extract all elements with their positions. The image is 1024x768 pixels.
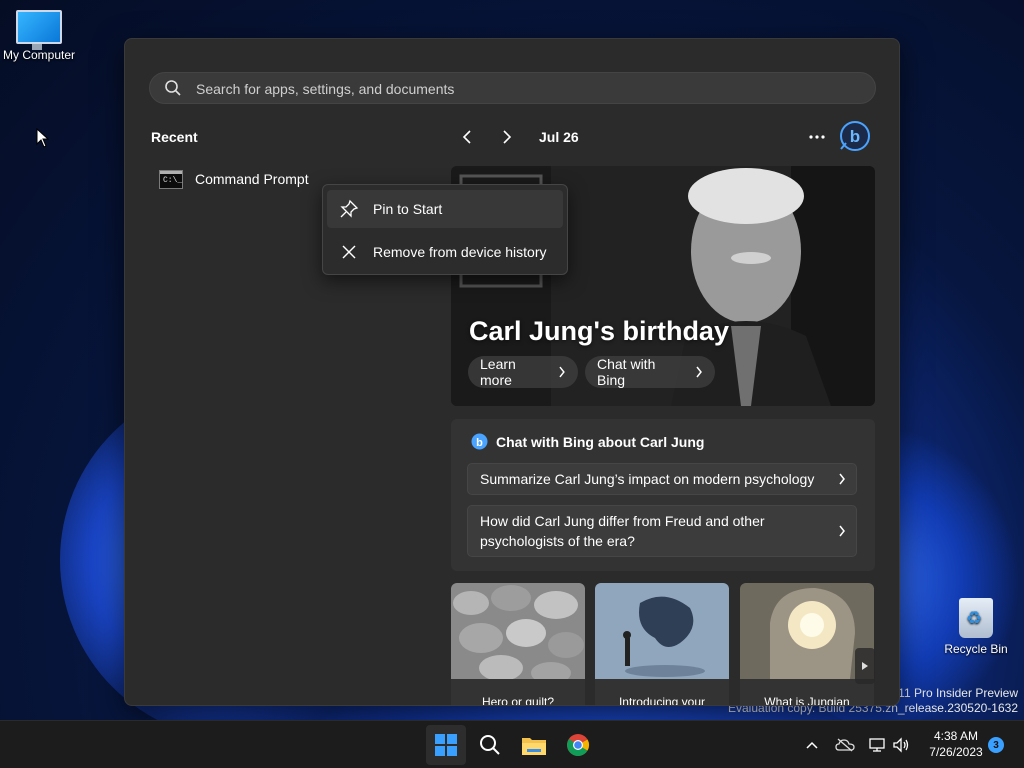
search-icon — [165, 80, 181, 96]
start-icon — [435, 734, 457, 756]
shadow-monster-image — [595, 583, 729, 679]
start-menu: Recent C:\_ Command Prompt Jul 26 b — [124, 38, 900, 706]
mouse-cursor-icon — [36, 128, 50, 148]
recent-heading: Recent — [151, 129, 198, 145]
tile-caption: Introducing your — [618, 695, 706, 706]
tiles-next-button[interactable] — [855, 648, 875, 684]
chat-card-title: Chat with Bing about Carl Jung — [496, 433, 705, 450]
desktop-icon-label: Recycle Bin — [944, 642, 1008, 656]
chrome-button[interactable] — [558, 725, 598, 765]
chevron-right-icon — [839, 525, 845, 537]
more-options-button[interactable] — [805, 125, 829, 149]
monitor-icon — [16, 10, 62, 50]
chevron-right-icon — [696, 366, 702, 378]
chevron-right-icon — [839, 473, 845, 485]
taskbar: 4:38 AM 7/26/2023 3 — [0, 720, 1024, 768]
search-icon — [480, 735, 500, 755]
taskbar-search-button[interactable] — [470, 725, 510, 765]
context-menu-label: Remove from device history — [373, 244, 547, 260]
chat-suggestion[interactable]: How did Carl Jung differ from Freud and … — [467, 505, 857, 557]
context-menu-pin-to-start[interactable]: Pin to Start — [327, 190, 563, 228]
clock-time: 4:38 AM — [933, 729, 979, 743]
chrome-icon — [567, 734, 589, 756]
network-icon — [869, 738, 885, 752]
clock-date: 7/26/2023 — [929, 745, 983, 759]
speaker-icon — [893, 737, 909, 753]
chevron-up-icon — [806, 741, 818, 749]
play-right-icon — [862, 662, 868, 670]
close-icon — [342, 245, 356, 259]
file-explorer-icon — [522, 738, 546, 755]
date-navigation: Jul 26 — [455, 125, 579, 149]
chevron-right-icon — [503, 130, 512, 144]
tile-caption: What is Jungian — [764, 695, 850, 706]
chat-with-bing-button[interactable]: Chat with Bing — [585, 356, 715, 388]
chat-suggestion-text: Summarize Carl Jung’s impact on modern p… — [480, 471, 815, 487]
hero-title: Carl Jung's birthday — [469, 316, 729, 346]
desktop-icon-my-computer[interactable]: My Computer — [0, 10, 78, 62]
chevron-left-icon — [462, 130, 471, 144]
taskbar-clock[interactable]: 4:38 AM 7/26/2023 — [916, 728, 996, 760]
search-box[interactable] — [149, 72, 876, 105]
svg-text:b: b — [476, 437, 483, 449]
desktop-icon-label: My Computer — [2, 48, 76, 62]
context-menu-label: Pin to Start — [373, 201, 443, 217]
previous-day-button[interactable] — [455, 125, 479, 149]
network-button[interactable] — [866, 729, 888, 761]
content-tile[interactable]: Introducing your — [595, 583, 729, 706]
recent-item-label: Command Prompt — [195, 171, 309, 187]
context-menu: Pin to Start Remove from device history — [322, 184, 568, 275]
show-hidden-icons-button[interactable] — [802, 729, 822, 761]
bing-chat-icon[interactable]: b — [838, 119, 872, 153]
bing-chat-card: b Chat with Bing about Carl Jung Summari… — [451, 419, 875, 571]
file-explorer-button[interactable] — [514, 725, 554, 765]
pin-icon — [340, 199, 359, 218]
learn-more-label: Learn more — [480, 356, 516, 388]
glowing-mind-image — [740, 583, 874, 679]
more-icon — [809, 135, 825, 139]
next-day-button[interactable] — [495, 125, 519, 149]
onedrive-button[interactable] — [834, 729, 856, 761]
start-button[interactable] — [426, 725, 466, 765]
content-tile[interactable]: Hero or guilt? — [451, 583, 585, 706]
chat-suggestion-text: How did Carl Jung differ from Freud and … — [480, 513, 765, 549]
chat-card-header: b Chat with Bing about Carl Jung — [471, 433, 704, 450]
stones-image — [451, 583, 585, 679]
tile-caption: Hero or guilt? — [481, 695, 555, 706]
command-prompt-icon: C:\_ — [159, 169, 183, 189]
watermark-line-1: s 11 Pro Insider Preview — [888, 686, 1018, 700]
recycle-bin-icon: ♻ — [959, 598, 993, 638]
svg-text:b: b — [850, 127, 860, 146]
bing-icon: b — [471, 433, 488, 450]
notification-badge[interactable]: 3 — [988, 737, 1004, 753]
chat-suggestion[interactable]: Summarize Carl Jung’s impact on modern p… — [467, 463, 857, 495]
desktop-icon-recycle-bin[interactable]: ♻ Recycle Bin — [940, 598, 1012, 656]
cloud-offline-icon — [835, 738, 855, 752]
content-tile[interactable]: What is Jungian — [740, 583, 874, 706]
current-date: Jul 26 — [539, 129, 579, 145]
context-menu-remove-from-history[interactable]: Remove from device history — [327, 233, 563, 271]
chevron-right-icon — [559, 366, 565, 378]
chat-with-bing-label: Chat with Bing — [597, 356, 656, 388]
learn-more-button[interactable]: Learn more — [468, 356, 578, 388]
search-input[interactable] — [194, 73, 838, 105]
volume-button[interactable] — [890, 729, 912, 761]
